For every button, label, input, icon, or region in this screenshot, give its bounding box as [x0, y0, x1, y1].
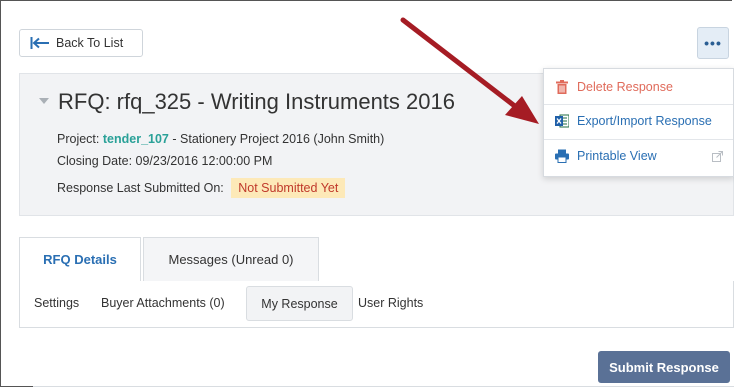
annotation-arrow-icon [400, 17, 539, 124]
